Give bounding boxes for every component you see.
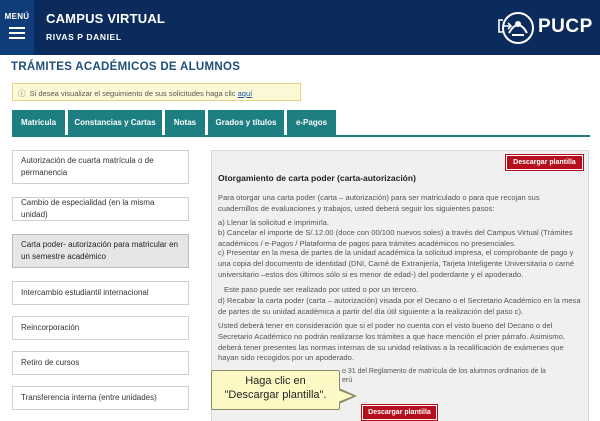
menu-item-intercambio[interactable]: Intercambio estudiantil internacional xyxy=(12,281,189,305)
tab-matricula[interactable]: Matrícula xyxy=(12,110,65,135)
tracking-link[interactable]: aquí xyxy=(238,89,253,98)
callout-pointer-fill xyxy=(338,390,353,402)
app-title: CAMPUS VIRTUAL xyxy=(46,11,166,26)
panel-note: Usted deberá tener en consideración que … xyxy=(218,321,565,363)
info-text: Si desea visualizar el seguimiento de su… xyxy=(29,89,236,98)
callout-line-1: Haga clic en xyxy=(245,375,306,387)
menu-item-transferencia[interactable]: Transferencia interna (entre unidades) xyxy=(12,386,189,410)
menu-item-label: Reincorporación xyxy=(21,323,80,333)
tab-label: Grados y títulos xyxy=(215,118,277,127)
tab-notas[interactable]: Notas xyxy=(165,110,205,135)
callout-line-2: "Descargar plantilla". xyxy=(224,389,327,402)
tab-underline xyxy=(12,135,590,137)
menu-item-label: Retiro de cursos xyxy=(21,358,80,368)
tab-epagos[interactable]: e-Pagos xyxy=(287,110,336,135)
tab-constancias[interactable]: Constancias y Cartas xyxy=(68,110,162,135)
tab-label: Constancias y Cartas xyxy=(74,118,156,127)
step-c-note: Este paso puede ser realizado por usted … xyxy=(224,285,419,294)
menu-label: MENÚ xyxy=(4,12,30,21)
instruction-callout: Haga clic en "Descargar plantilla". xyxy=(211,370,340,410)
page-title: TRÁMITES ACADÉMICOS DE ALUMNOS xyxy=(11,61,241,73)
brand-name: PUCP xyxy=(538,16,593,37)
info-banner: ⓘ Si desea visualizar el seguimiento de … xyxy=(12,83,301,101)
panel-title: Otorgamiento de carta poder (carta-autor… xyxy=(218,173,416,183)
menu-item-cuarta-matricula[interactable]: Autorización de cuarta matrícula o de pe… xyxy=(12,150,189,184)
step-b: b) Cancelar el importe de S/.12.00 (doce… xyxy=(218,228,573,248)
menu-item-carta-poder[interactable]: Carta poder- autorización para matricula… xyxy=(12,234,189,268)
panel-intro: Para otorgar una carta poder (carta – au… xyxy=(218,193,540,213)
menu-item-label: Autorización de cuarta matrícula o de pe… xyxy=(21,156,154,177)
menu-item-retiro[interactable]: Retiro de cursos xyxy=(12,351,189,375)
tab-grados[interactable]: Grados y títulos xyxy=(208,110,284,135)
regulation-text: o 31 del Reglamento de matrícula de los … xyxy=(342,368,546,375)
menu-item-label: Transferencia interna (entre unidades) xyxy=(21,393,157,403)
menu-item-label: Cambio de especialidad (en la misma unid… xyxy=(21,198,155,219)
tab-label: Matrícula xyxy=(20,118,57,127)
step-d: d) Recabar la carta poder (carta – autor… xyxy=(218,296,581,316)
tab-label: Notas xyxy=(173,118,197,127)
app-header: MENÚ CAMPUS VIRTUAL RIVAS P DANIEL PUCP xyxy=(0,0,600,55)
menu-item-reincorporacion[interactable]: Reincorporación xyxy=(12,316,189,340)
menu-item-label: Intercambio estudiantil internacional xyxy=(21,288,149,298)
download-template-button-bottom[interactable]: Descargar plantilla xyxy=(361,404,438,421)
hamburger-icon xyxy=(9,27,25,39)
menu-item-cambio-especialidad[interactable]: Cambio de especialidad (en la misma unid… xyxy=(12,197,189,221)
user-name: RIVAS P DANIEL xyxy=(46,32,122,42)
download-template-button[interactable]: Descargar plantilla xyxy=(505,154,584,171)
menu-button[interactable]: MENÚ xyxy=(0,0,34,55)
menu-item-label: Carta poder- autorización para matricula… xyxy=(21,240,178,261)
tab-label: e-Pagos xyxy=(295,118,328,127)
info-icon: ⓘ xyxy=(18,89,26,98)
regulation-text-end: erú xyxy=(342,377,353,384)
step-c: c) Presentar en la mesa de partes de la … xyxy=(218,248,575,279)
title-block: CAMPUS VIRTUAL RIVAS P DANIEL xyxy=(46,11,165,42)
